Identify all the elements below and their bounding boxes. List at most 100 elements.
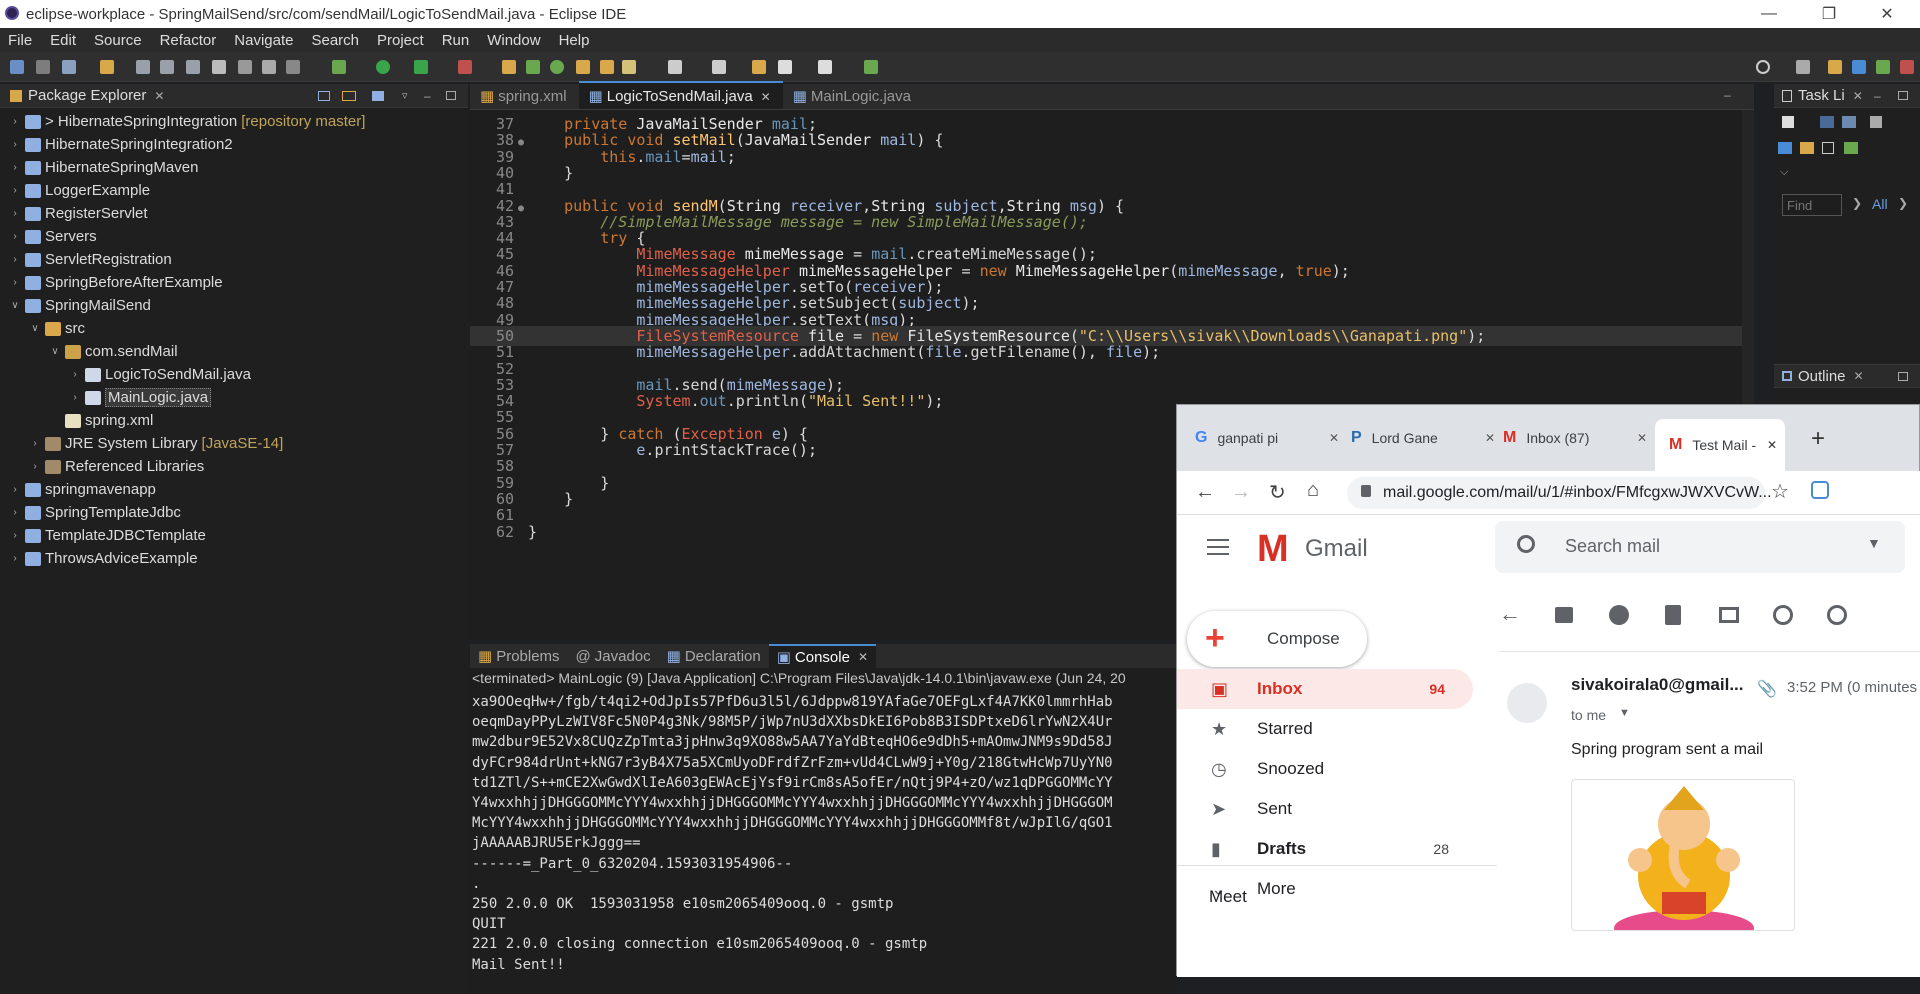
minimize-button[interactable]: — [1746,0,1792,28]
menu-run[interactable]: Run [434,32,480,49]
recipient-label[interactable]: to me [1571,707,1606,723]
expand-chevron-icon[interactable]: ∨ [28,323,42,334]
close-browser-tab-icon[interactable]: ✕ [1329,431,1339,445]
open-type-icon[interactable] [576,60,590,74]
pin-icon[interactable] [36,60,50,74]
expand-chevron-icon[interactable]: › [8,507,22,518]
forward-arrow-icon[interactable]: → [1231,481,1251,504]
maximize-task-list-icon[interactable] [1898,91,1908,100]
tab-declaration[interactable]: ▦ Declaration [659,647,769,665]
minimize-task-list-icon[interactable]: – [1874,89,1881,103]
search-toolbar-icon[interactable] [622,60,636,74]
new-tab-button[interactable]: + [1811,425,1825,453]
report-spam-icon[interactable] [1609,605,1629,625]
debug-perspective-icon[interactable] [1876,60,1890,74]
tab-spring-xml[interactable]: ▦ spring.xml [470,83,579,109]
filter-completed-icon[interactable] [1778,142,1792,154]
home-icon[interactable]: ⌂ [1307,479,1319,502]
task-filter-arrow-icon[interactable]: ❯ [1898,196,1908,210]
compose-button[interactable]: + Compose [1187,611,1367,667]
block-selection-icon[interactable] [262,60,276,74]
nav-starred[interactable]: ★ Starred [1177,709,1477,749]
sender-name[interactable]: sivakoirala0@gmail... [1571,675,1744,695]
minimize-editor-icon[interactable]: – [1724,88,1731,102]
view-menu-icon[interactable] [372,90,384,101]
tree-item[interactable]: › Servers [8,225,96,248]
new-wizard-icon[interactable] [62,60,76,74]
expand-chevron-icon[interactable]: › [8,553,22,564]
expand-chevron-icon[interactable]: › [8,277,22,288]
tree-item[interactable]: › springmavenapp [8,478,156,501]
expand-chevron-icon[interactable]: › [68,369,82,380]
close-task-list-icon[interactable]: ✕ [1853,89,1863,103]
tree-item[interactable]: › RegisterServlet [8,202,147,225]
attachment-thumbnail[interactable] [1571,779,1795,931]
new-icon[interactable] [10,60,24,74]
task-find-arrow-icon[interactable]: ❯ [1852,196,1862,210]
restore-button[interactable]: ❐ [1806,0,1852,28]
lock-icon[interactable] [1361,485,1371,497]
close-outline-icon[interactable]: ✕ [1854,369,1864,383]
menu-window[interactable]: Window [479,32,550,49]
collapse-all-icon[interactable] [318,90,330,101]
tree-item[interactable]: ∨ src [28,317,85,340]
browser-tab-gmail-inbox[interactable]: M Inbox (87) ✕ [1503,419,1653,457]
close-console-icon[interactable]: ✕ [858,650,868,664]
open-task-icon[interactable] [600,60,614,74]
close-browser-tab-icon[interactable]: ✕ [1485,431,1495,445]
expand-chevron-icon[interactable]: › [8,116,22,127]
expand-chevron-icon[interactable]: › [8,254,22,265]
tree-item[interactable]: › LogicToSendMail.java [68,363,251,386]
expand-chevron-icon[interactable]: › [8,231,22,242]
tab-console[interactable]: ▣ Console ✕ [768,644,877,668]
expand-chevron-icon[interactable]: › [8,185,22,196]
tab-mainlogic-java[interactable]: ▦ MainLogic.java [783,83,923,109]
task-view-menu-icon[interactable] [1870,116,1882,128]
delete-icon[interactable] [1665,605,1681,625]
view-menu-chevron-icon[interactable]: ▿ [402,89,408,102]
tree-item[interactable]: › SpringTemplateJdbc [8,501,181,524]
tree-item[interactable]: › SpringBeforeAfterExample [8,271,222,294]
menu-refactor[interactable]: Refactor [152,32,227,49]
toggle-mark-icon[interactable] [212,60,226,74]
expand-chevron-icon[interactable]: › [8,530,22,541]
browser-tab-google-search[interactable]: G ganpati pi ✕ [1195,419,1345,457]
minimize-view-icon[interactable]: – [424,89,431,103]
coverage-icon[interactable] [414,60,428,74]
menu-navigate[interactable]: Navigate [226,32,303,49]
show-whitespace-icon[interactable] [286,60,300,74]
toolbar-search-icon[interactable] [1756,60,1770,74]
nav-inbox[interactable]: ▣ Inbox 94 [1177,669,1473,709]
mark-unread-icon[interactable] [1719,607,1739,623]
task-list-title[interactable]: Task Li [1798,87,1845,104]
save-all-icon[interactable] [160,60,174,74]
menu-file[interactable]: File [0,32,42,49]
back-arrow-icon[interactable]: ← [1195,481,1215,504]
search-icon[interactable] [1517,535,1535,553]
expand-tasks-chevron-icon[interactable]: ⌵ [1780,166,1788,179]
expand-chevron-icon[interactable]: › [8,484,22,495]
git-perspective-icon[interactable] [1900,60,1914,74]
run-icon[interactable] [376,60,390,74]
tree-item[interactable]: › HibernateSpringIntegration2 [8,133,232,156]
tree-item[interactable]: › Referenced Libraries [28,455,204,478]
task-filter-all-link[interactable]: All [1872,196,1888,212]
package-explorer-title[interactable]: Package Explorer [28,87,146,104]
tree-item[interactable]: › TemplateJDBCTemplate [8,524,206,547]
snooze-icon[interactable] [1773,605,1793,625]
expand-chevron-icon[interactable]: › [28,461,42,472]
tab-logictosendmail-java[interactable]: ▦ LogicToSendMail.java ✕ [578,81,783,109]
maximize-view-icon[interactable] [446,91,456,100]
tree-item[interactable]: ∨ SpringMailSend [8,294,151,317]
tree-item[interactable]: ∨ com.sendMail [48,340,177,363]
collapse-tasks-icon[interactable] [1822,142,1834,154]
terminal-icon[interactable] [864,60,878,74]
extension-icon[interactable] [1811,481,1829,499]
next-annotation-icon[interactable] [668,60,682,74]
debug-icon[interactable] [332,60,346,74]
sync-icon[interactable] [1844,142,1858,154]
close-view-icon[interactable]: ✕ [154,89,164,103]
menu-project[interactable]: Project [369,32,434,49]
forward-icon[interactable] [818,60,832,74]
new-class-icon[interactable] [550,60,564,74]
